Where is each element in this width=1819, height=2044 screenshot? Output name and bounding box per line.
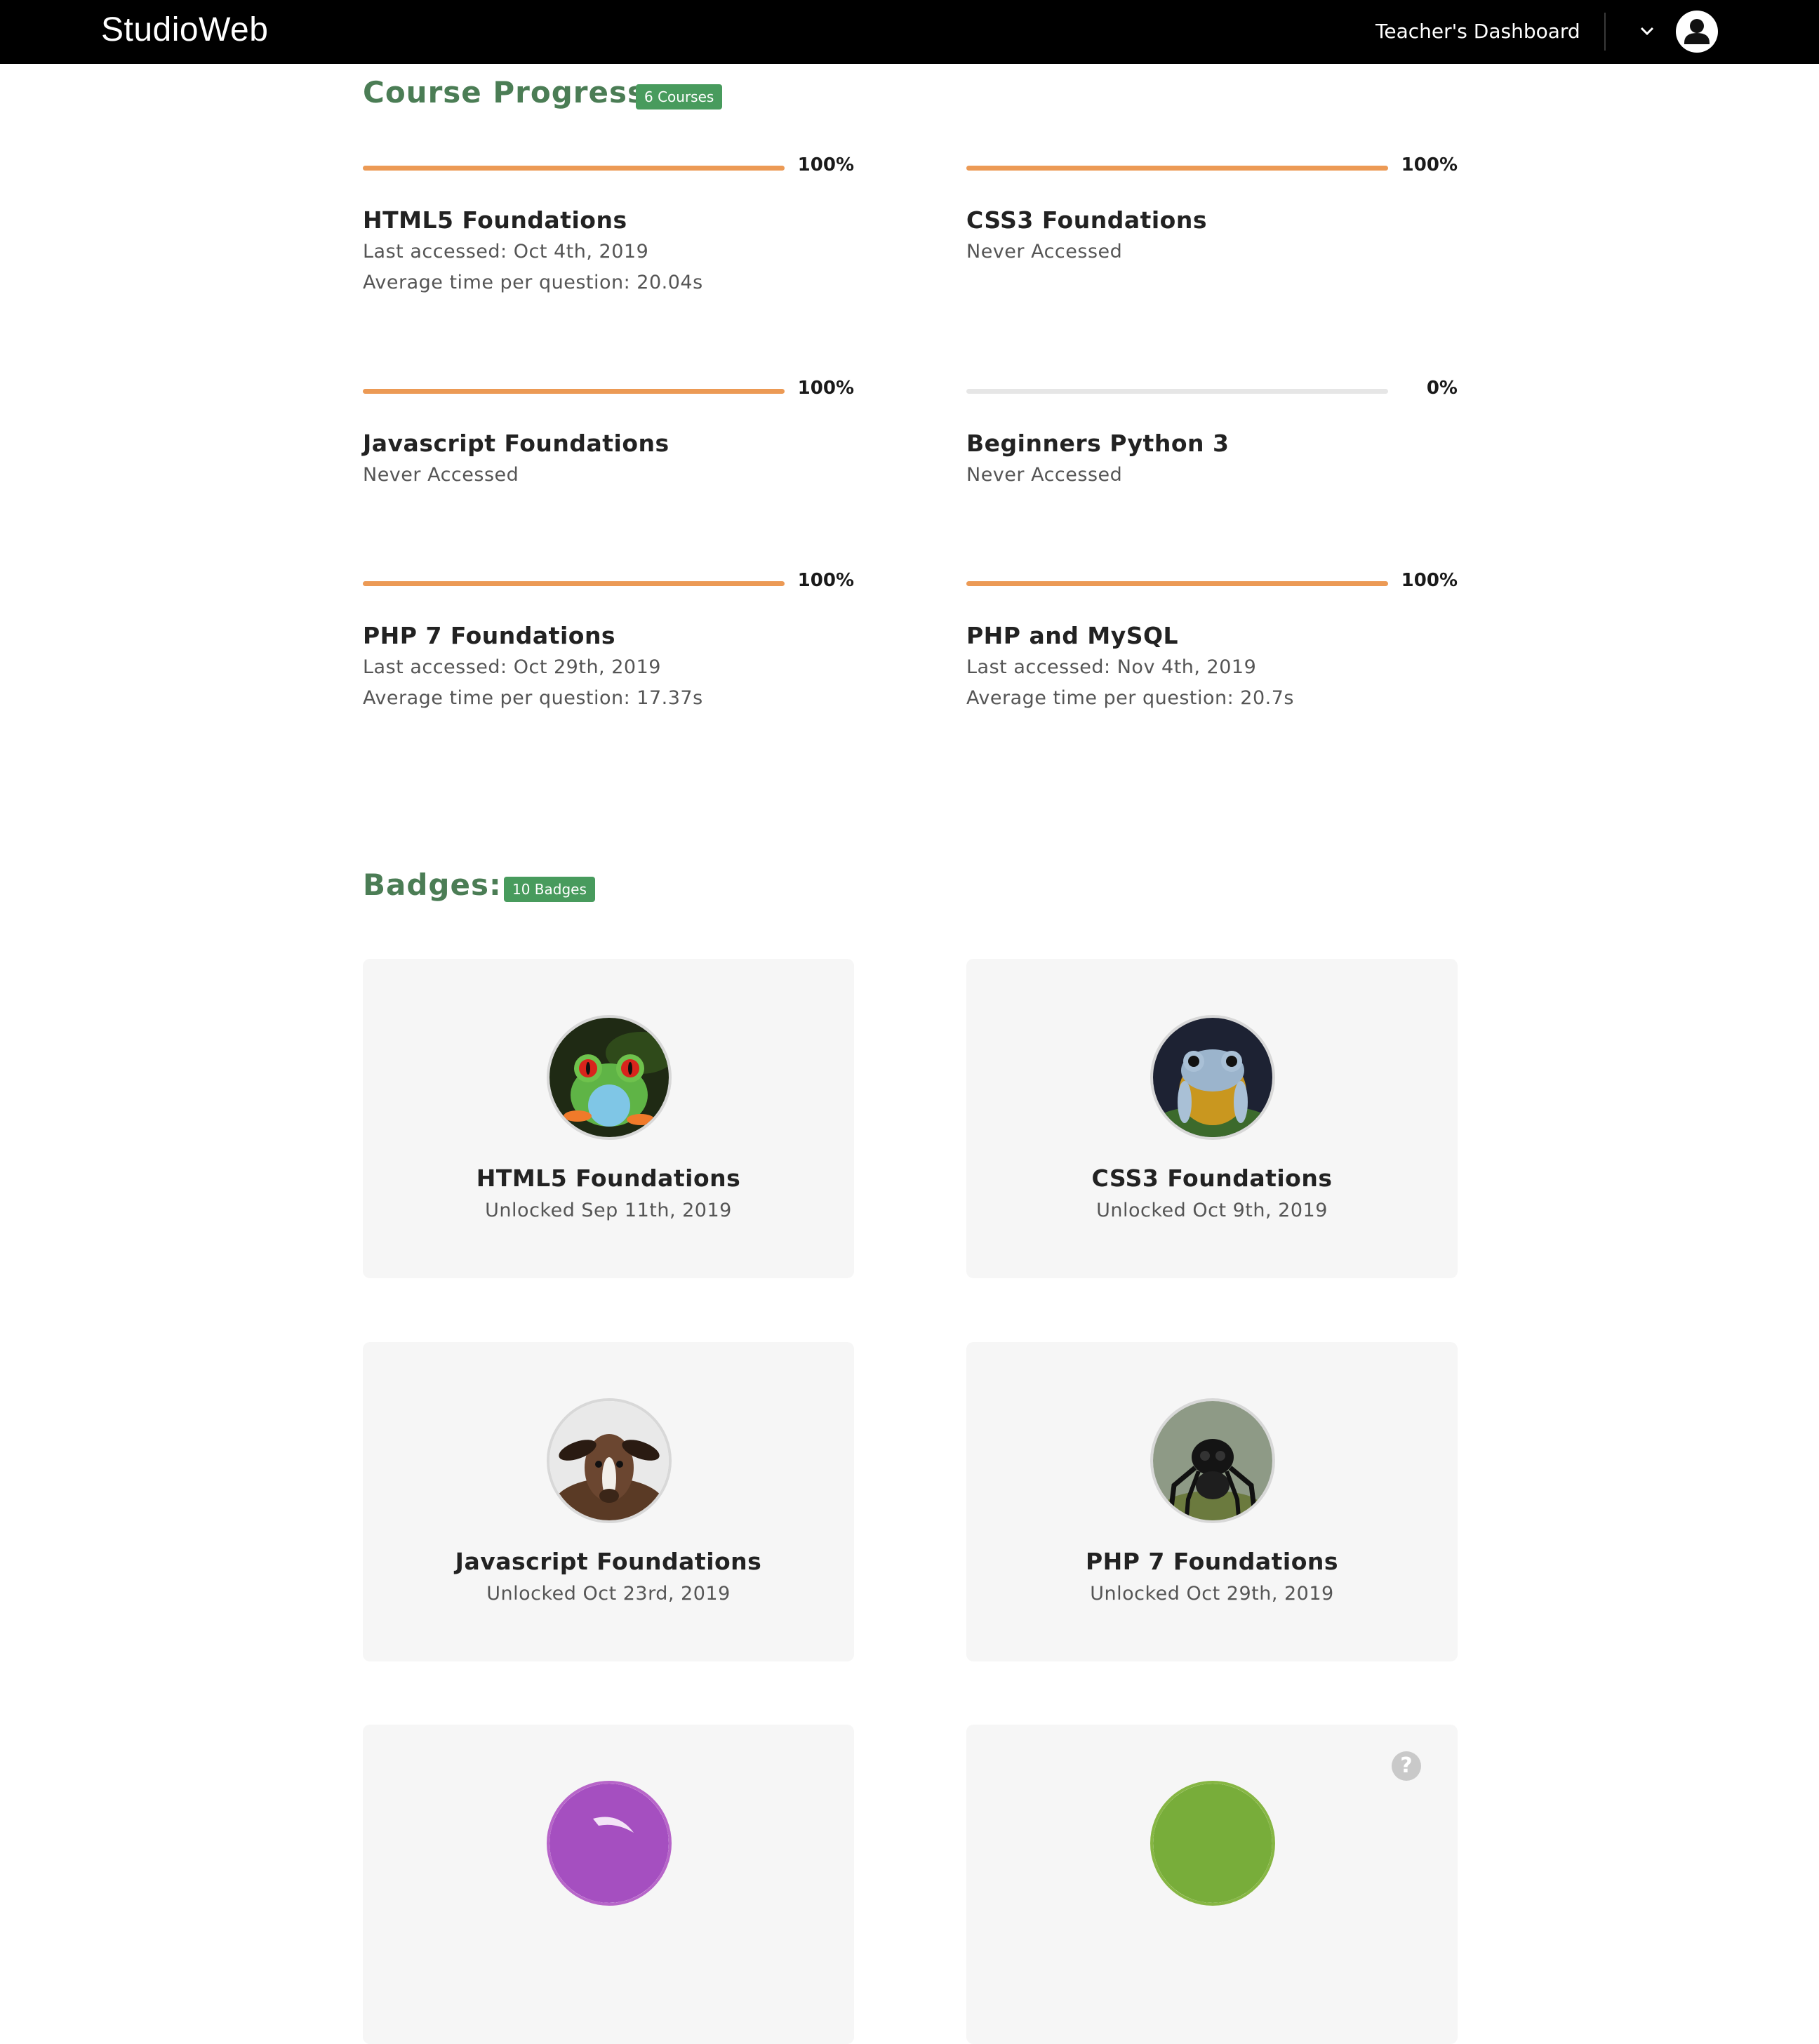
badge-card[interactable]: CSS3 Foundations Unlocked Oct 9th, 2019 — [966, 959, 1458, 1278]
course-title: HTML5 Foundations — [363, 206, 627, 234]
badge-title: Javascript Foundations — [455, 1548, 762, 1575]
badge-count-badge: 10 Badges — [504, 877, 595, 902]
blue-yellow-frog-image — [1153, 1018, 1272, 1137]
progress-fill — [363, 166, 785, 171]
badge-title: HTML5 Foundations — [476, 1164, 741, 1192]
badge-card[interactable]: Javascript Foundations Unlocked Oct 23rd… — [363, 1342, 854, 1661]
badge-title: PHP 7 Foundations — [1085, 1548, 1339, 1575]
progress-track — [966, 166, 1388, 171]
course-last-accessed: Last accessed: Oct 29th, 2019 — [363, 656, 661, 678]
progress-track — [966, 581, 1388, 586]
progress-track — [966, 389, 1388, 394]
course-last-accessed: Never Accessed — [966, 241, 1123, 263]
brand-logo-light: Studio — [101, 11, 199, 48]
course-title: PHP 7 Foundations — [363, 622, 616, 649]
progress-track — [363, 166, 785, 171]
progress-track — [363, 581, 785, 586]
progress-fill — [363, 389, 785, 394]
course-title: PHP and MySQL — [966, 622, 1179, 649]
course-average-time: Average time per question: 20.04s — [363, 272, 703, 293]
badge-image — [1150, 1781, 1275, 1906]
account-menu-toggle[interactable] — [1635, 17, 1659, 45]
top-navbar: StudioWeb Teacher's Dashboard — [0, 0, 1819, 64]
course-last-accessed: Last accessed: Oct 4th, 2019 — [363, 241, 649, 263]
badge-image — [547, 1398, 672, 1523]
progress-percent: 100% — [797, 570, 854, 591]
badge-card[interactable]: ? — [966, 1725, 1458, 2044]
badge-unlocked-date: Unlocked Oct 23rd, 2019 — [486, 1583, 731, 1605]
badge-card[interactable] — [363, 1725, 854, 2044]
course-title: CSS3 Foundations — [966, 206, 1207, 234]
progress-fill — [363, 581, 785, 586]
badge-unlocked-date: Unlocked Sep 11th, 2019 — [485, 1200, 732, 1221]
red-eyed-tree-frog-image — [549, 1018, 669, 1137]
badge-title: CSS3 Foundations — [1091, 1164, 1333, 1192]
user-avatar-icon — [1684, 19, 1710, 44]
course-title: Beginners Python 3 — [966, 430, 1230, 457]
progress-percent: 100% — [1401, 570, 1458, 591]
progress-fill — [966, 581, 1388, 586]
progress-percent: 0% — [1426, 378, 1458, 399]
course-average-time: Average time per question: 20.7s — [966, 687, 1294, 709]
progress-percent: 100% — [797, 378, 854, 399]
purple-badge-image — [549, 1784, 669, 1903]
nav-divider — [1604, 13, 1606, 51]
brand-logo-bold: Web — [199, 11, 269, 48]
progress-percent: 100% — [1401, 154, 1458, 175]
progress-track — [363, 389, 785, 394]
green-badge-image — [1153, 1784, 1272, 1903]
teachers-dashboard-link[interactable]: Teacher's Dashboard — [1375, 17, 1580, 46]
badge-image — [1150, 1398, 1275, 1523]
question-mark-icon[interactable]: ? — [1392, 1751, 1421, 1781]
badge-image — [547, 1781, 672, 1906]
progress-percent: 100% — [797, 154, 854, 175]
badge-card[interactable]: HTML5 Foundations Unlocked Sep 11th, 201… — [363, 959, 854, 1278]
brand-logo[interactable]: StudioWeb — [101, 8, 268, 52]
progress-fill — [966, 166, 1388, 171]
badge-unlocked-date: Unlocked Oct 9th, 2019 — [1096, 1200, 1328, 1221]
badge-image — [547, 1015, 672, 1140]
jumping-spider-image — [1153, 1401, 1272, 1520]
course-last-accessed: Last accessed: Nov 4th, 2019 — [966, 656, 1257, 678]
course-progress-heading: Course Progress: — [363, 75, 658, 109]
course-average-time: Average time per question: 17.37s — [363, 687, 703, 709]
course-last-accessed: Never Accessed — [363, 464, 519, 486]
badges-heading: Badges: — [363, 868, 502, 902]
brown-goat-image — [549, 1401, 669, 1520]
course-title: Javascript Foundations — [363, 430, 669, 457]
chevron-down-icon — [1640, 27, 1654, 35]
badge-unlocked-date: Unlocked Oct 29th, 2019 — [1090, 1583, 1334, 1605]
course-count-badge: 6 Courses — [636, 84, 723, 109]
user-avatar[interactable] — [1676, 11, 1718, 53]
badge-card[interactable]: PHP 7 Foundations Unlocked Oct 29th, 201… — [966, 1342, 1458, 1661]
badge-image — [1150, 1015, 1275, 1140]
course-last-accessed: Never Accessed — [966, 464, 1123, 486]
